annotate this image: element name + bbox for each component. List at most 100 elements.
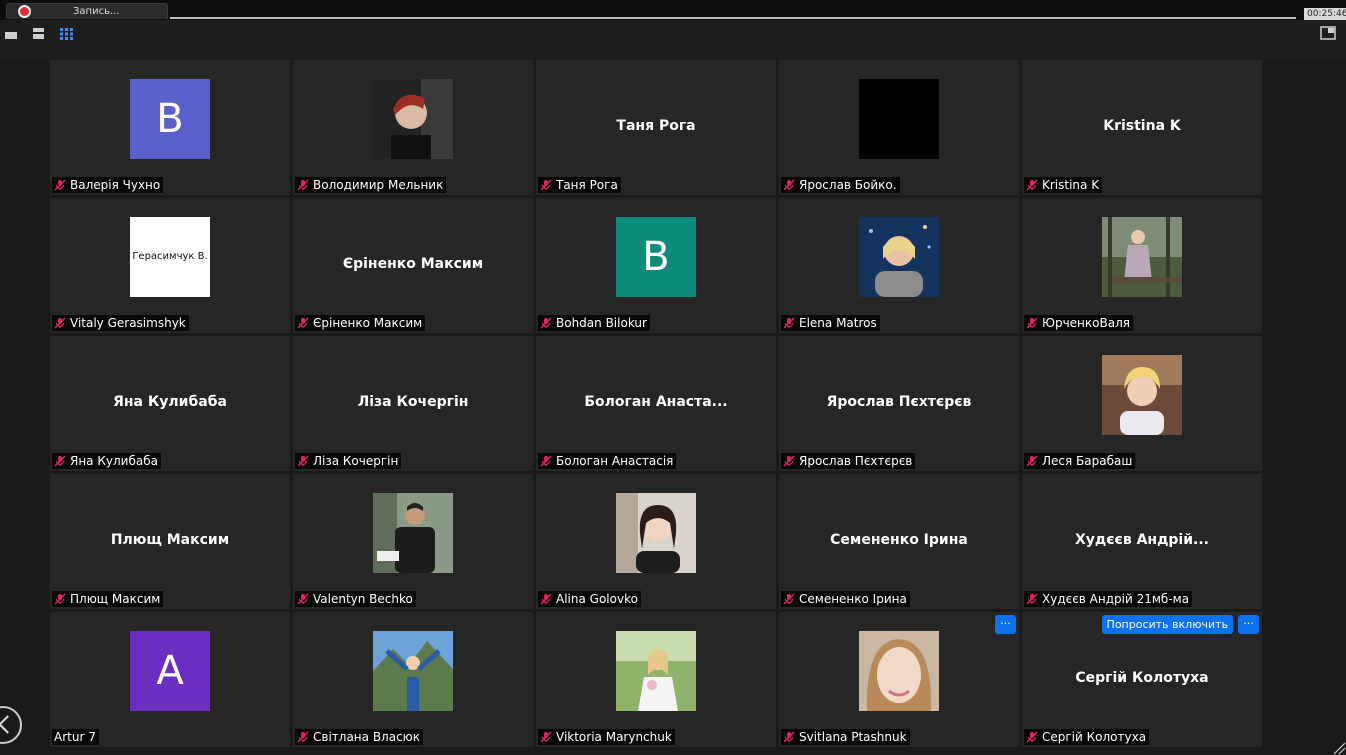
- exit-fullscreen-icon[interactable]: [1320, 26, 1336, 40]
- participant-center-name: Ярослав Пєхтєрєв: [826, 394, 972, 410]
- muted-mic-icon: [783, 731, 795, 743]
- gallery-view-icon[interactable]: [59, 27, 75, 41]
- participant-name-tag: Семененко Ірина: [781, 591, 910, 607]
- participant-name-tag: Alina Golovko: [538, 591, 641, 607]
- participant-video: Герасимчук В.: [130, 216, 210, 297]
- participant-name-tag: Svitlana Ptashnuk: [781, 729, 910, 745]
- participant-name-tag: Таня Рога: [538, 177, 621, 193]
- meeting-timer: 00:25:46: [1304, 8, 1346, 20]
- participant-tile[interactable]: Ярослав Пєхтєрєв Ярослав Пєхтєрєв: [779, 336, 1019, 471]
- participant-name-tag: Плющ Максим: [52, 591, 164, 607]
- muted-mic-icon: [783, 179, 795, 191]
- participant-video: [859, 78, 939, 159]
- participant-name-tag: Валерія Чухно: [52, 177, 164, 193]
- participant-name-tag: Володимир Мельник: [295, 177, 447, 193]
- participant-tile[interactable]: Володимир Мельник: [293, 60, 533, 195]
- participant-tile[interactable]: Плющ Максим Плющ Максим: [50, 474, 290, 609]
- share-bar-divider: [170, 17, 1296, 19]
- participant-name-tag: Яна Кулибаба: [52, 453, 161, 469]
- participant-name: Vitaly Gerasimshyk: [70, 316, 186, 330]
- more-options-button[interactable]: ···: [995, 615, 1016, 634]
- window-titlebar: Запись... 00:25:46: [0, 0, 1346, 20]
- participant-tile[interactable]: Таня Рога Таня Рога: [536, 60, 776, 195]
- participant-name-tag: Ліза Кочергін: [295, 453, 402, 469]
- participant-tile[interactable]: Яна Кулибаба Яна Кулибаба: [50, 336, 290, 471]
- participant-name-tag: Ярослав Пєхтєрєв: [781, 453, 916, 469]
- participant-name: Плющ Максим: [70, 592, 161, 606]
- participant-tile[interactable]: ··· Svitlana Ptashnuk: [779, 612, 1019, 747]
- participant-name-tag: Bohdan Bilokur: [538, 315, 650, 331]
- participant-name-tag: Світлана Власюк: [295, 729, 424, 745]
- muted-mic-icon: [1026, 455, 1038, 467]
- participant-name: Svitlana Ptashnuk: [799, 730, 907, 744]
- participant-name-tag: Elena Matros: [781, 315, 880, 331]
- avatar-letter: B: [156, 95, 184, 142]
- participant-name-tag: Viktoria Marynchuk: [538, 729, 675, 745]
- participant-video: [859, 630, 939, 711]
- participant-tile[interactable]: Viktoria Marynchuk: [536, 612, 776, 747]
- resize-grip-icon[interactable]: [1332, 741, 1346, 755]
- participant-name: Семененко Ірина: [799, 592, 907, 606]
- participant-tile[interactable]: B Bohdan Bilokur: [536, 198, 776, 333]
- participant-name-tag: Леся Барабаш: [1024, 453, 1136, 469]
- participant-tile[interactable]: Попросить включить ··· Сергій Колотуха С…: [1022, 612, 1262, 747]
- muted-mic-icon: [540, 179, 552, 191]
- participant-name-tag: Vitaly Gerasimshyk: [52, 315, 189, 331]
- participant-name-tag: Kristina K: [1024, 177, 1103, 193]
- participant-card-text: Герасимчук В.: [132, 251, 208, 262]
- participant-center-name: Семененко Ірина: [830, 532, 968, 548]
- view-toolbar: [0, 20, 1346, 58]
- participant-tile[interactable]: Світлана Власюк: [293, 612, 533, 747]
- participant-name: Яна Кулибаба: [70, 454, 158, 468]
- participant-name-tag: Сергій Колотуха: [1024, 729, 1150, 745]
- participant-tile[interactable]: Леся Барабаш: [1022, 336, 1262, 471]
- muted-mic-icon: [297, 317, 309, 329]
- participant-tile[interactable]: A Artur 7: [50, 612, 290, 747]
- participant-tile[interactable]: Alina Golovko: [536, 474, 776, 609]
- participant-tile[interactable]: Valentyn Bechko: [293, 474, 533, 609]
- muted-mic-icon: [297, 455, 309, 467]
- chevron-left-icon: [0, 715, 17, 734]
- muted-mic-icon: [54, 593, 66, 605]
- participant-tile[interactable]: Єріненко Максим Єріненко Максим: [293, 198, 533, 333]
- ask-to-unmute-button[interactable]: Попросить включить: [1101, 615, 1233, 634]
- participant-tile[interactable]: Семененко Ірина Семененко Ірина: [779, 474, 1019, 609]
- participant-center-name: Плющ Максим: [110, 532, 230, 548]
- participant-name: Bohdan Bilokur: [556, 316, 647, 330]
- more-options-button[interactable]: ···: [1238, 615, 1259, 634]
- participant-tile[interactable]: Бологан Анаста... Бологан Анастасія: [536, 336, 776, 471]
- participant-tile[interactable]: Герасимчук В. Vitaly Gerasimshyk: [50, 198, 290, 333]
- previous-page-button[interactable]: [0, 706, 22, 744]
- participant-name: Ярослав Бойко.: [799, 178, 897, 192]
- recording-tab[interactable]: Запись...: [6, 3, 168, 19]
- participant-tile[interactable]: Худєєв Андрій... Худєєв Андрій 21мб-ма: [1022, 474, 1262, 609]
- record-icon: [20, 7, 29, 16]
- participant-name-tag: Valentyn Bechko: [295, 591, 416, 607]
- participant-name: Viktoria Marynchuk: [556, 730, 672, 744]
- participant-name: Valentyn Bechko: [313, 592, 413, 606]
- muted-mic-icon: [297, 179, 309, 191]
- muted-mic-icon: [297, 593, 309, 605]
- muted-mic-icon: [1026, 593, 1038, 605]
- strip-view-icon[interactable]: [31, 27, 47, 41]
- participant-name: Світлана Власюк: [313, 730, 421, 744]
- recording-label: Запись...: [73, 6, 120, 17]
- muted-mic-icon: [54, 317, 66, 329]
- participant-tile[interactable]: Ярослав Бойко.: [779, 60, 1019, 195]
- participant-tile[interactable]: B Валерія Чухно: [50, 60, 290, 195]
- participant-tile[interactable]: ЮрченкоВаля: [1022, 198, 1262, 333]
- participant-tile[interactable]: Elena Matros: [779, 198, 1019, 333]
- participant-center-name: Ліза Кочергін: [357, 394, 469, 410]
- participant-tile[interactable]: Ліза Кочергін Ліза Кочергін: [293, 336, 533, 471]
- participant-tile[interactable]: Kristina K Kristina K: [1022, 60, 1262, 195]
- participant-name: Валерія Чухно: [70, 178, 161, 192]
- muted-mic-icon: [1026, 179, 1038, 191]
- participant-center-name: Сергій Колотуха: [1075, 670, 1209, 686]
- participant-name-tag: Artur 7: [52, 729, 99, 745]
- participant-name: Володимир Мельник: [313, 178, 444, 192]
- muted-mic-icon: [54, 455, 66, 467]
- participant-name: Таня Рога: [556, 178, 618, 192]
- participant-video: [616, 630, 696, 711]
- speaker-view-icon[interactable]: [4, 27, 20, 41]
- participant-name: Бологан Анастасія: [556, 454, 674, 468]
